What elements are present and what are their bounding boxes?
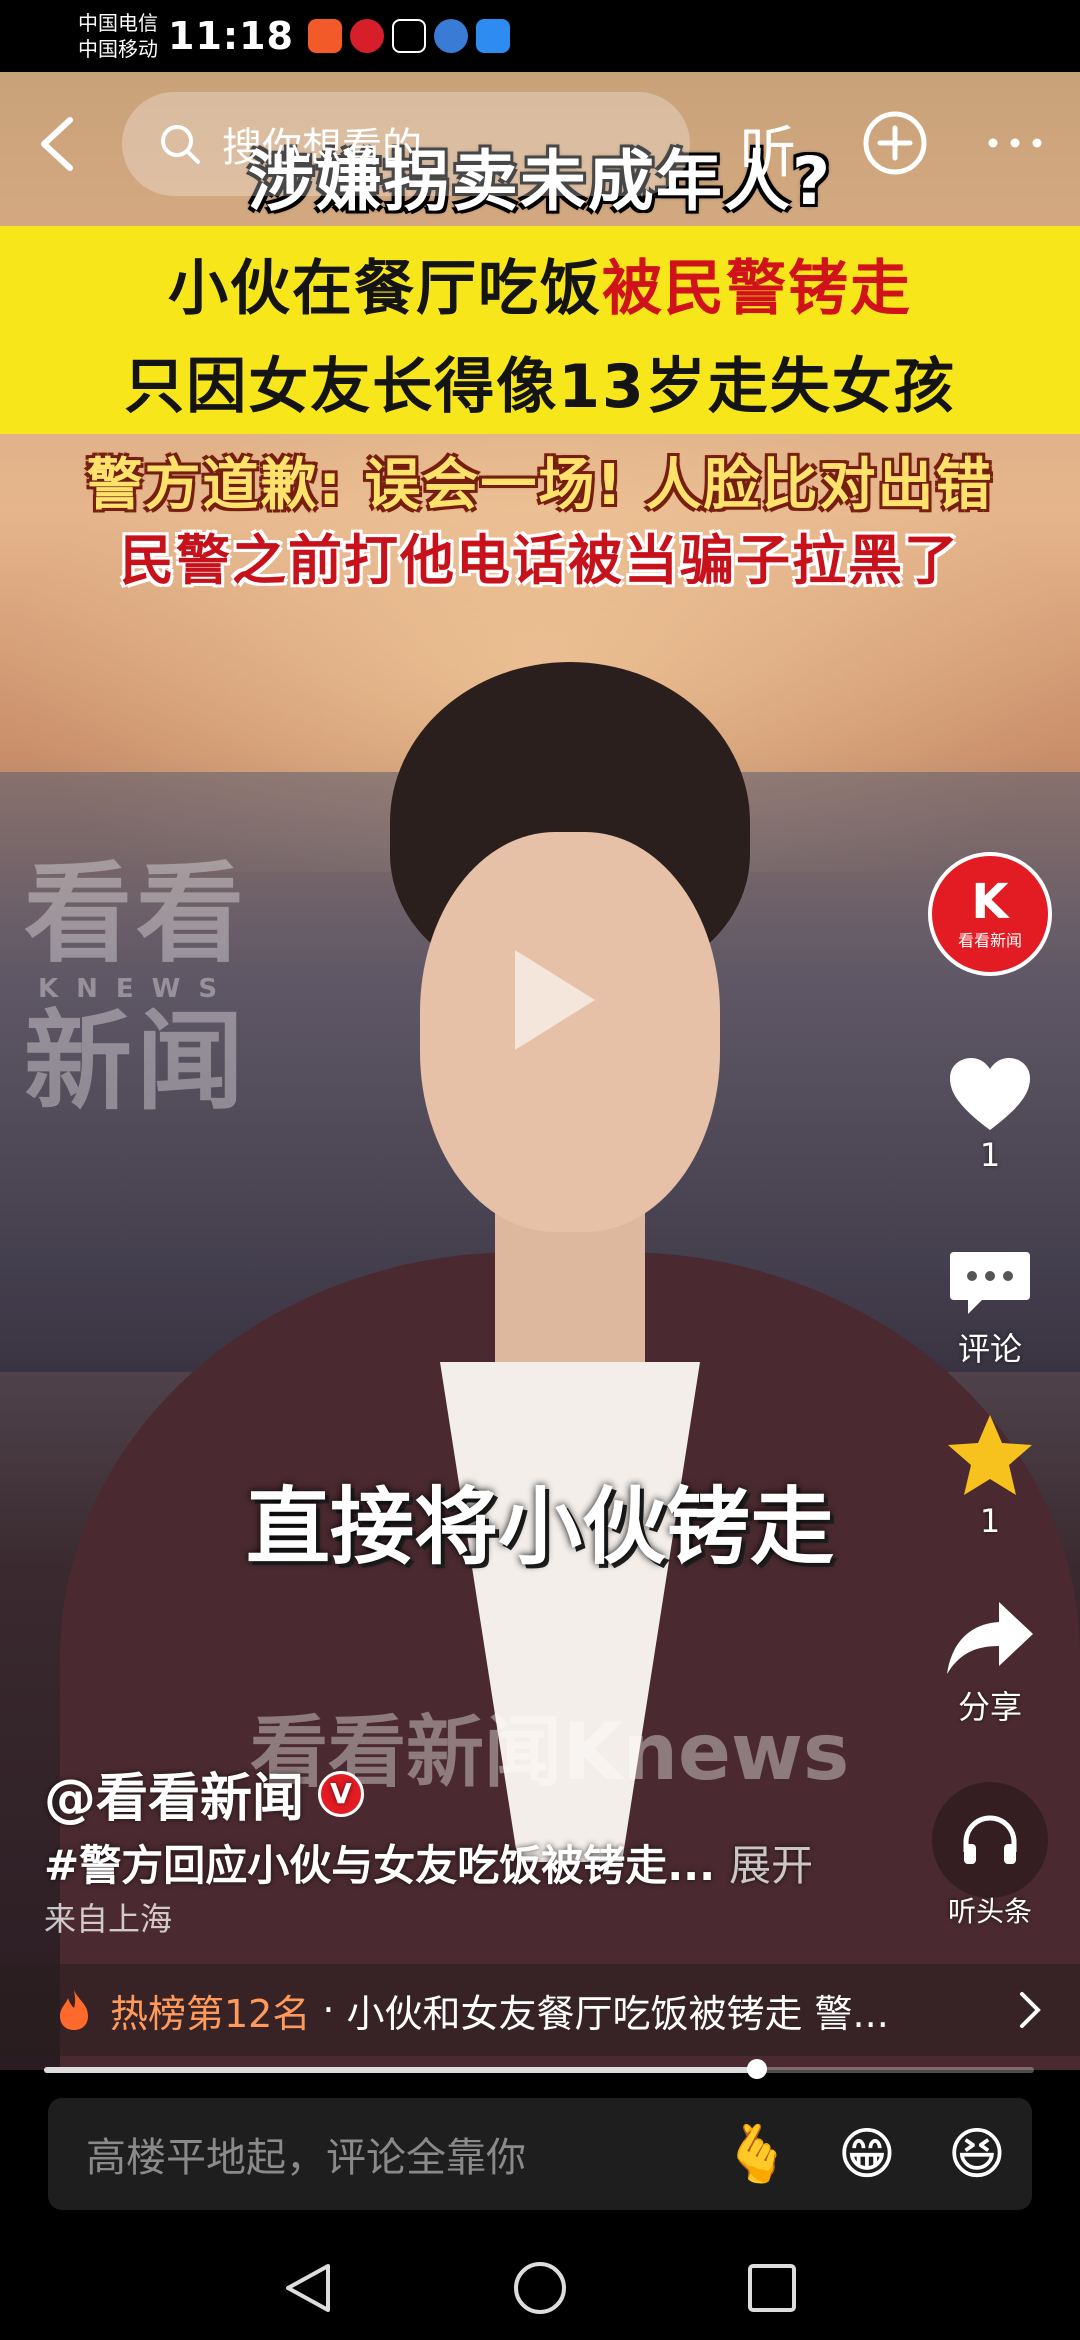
watermark-line2: 新闻	[24, 1000, 249, 1125]
headline-2: 小伙在餐厅吃饭被民警铐走	[0, 240, 1080, 327]
app-icon	[391, 19, 426, 53]
progress-bar[interactable]	[44, 2059, 1034, 2079]
comment-label: 评论	[957, 1330, 1022, 1368]
author-line[interactable]: @看看新闻 V	[44, 1756, 365, 1831]
headline-5: 民警之前打他电话被当骗子拉黑了	[120, 529, 960, 592]
carrier-2: 中国移动	[78, 37, 158, 61]
favorite-button[interactable]: 1	[918, 1412, 1062, 1540]
add-circle-icon[interactable]	[862, 110, 928, 176]
more-icon[interactable]	[985, 110, 1045, 176]
comment-placeholder: 高楼平地起，评论全靠你	[86, 2135, 526, 2181]
nav-home-icon[interactable]	[510, 2258, 570, 2318]
verified-badge: V	[318, 1770, 365, 1817]
top-bar: 搜你想看的 听	[0, 84, 1080, 204]
post-description[interactable]: #警方回应小伙与女友吃饭被铐走... 展开	[44, 1832, 813, 1893]
back-arrow-icon[interactable]	[30, 114, 90, 174]
browser-icon	[433, 19, 468, 53]
avatar-text: 看看新闻	[957, 931, 1022, 950]
listen-headline-label: 听头条	[947, 1895, 1032, 1928]
headline-2-red: 被民警铐走	[602, 254, 912, 324]
star-icon	[948, 1415, 1032, 1495]
search-icon	[161, 125, 200, 164]
carrier-labels: 中国电信 中国移动	[78, 10, 158, 62]
taobao-icon	[307, 19, 342, 53]
unionpay-icon	[349, 19, 384, 53]
fire-icon	[60, 1990, 88, 2030]
like-count: 1	[979, 1136, 1001, 1174]
headline-4: 警方道歉: 误会一场! 人脸比对出错	[86, 453, 994, 518]
chevron-right-icon	[1020, 1992, 1041, 2028]
hot-topic-text: 小伙和女友餐厅吃饭被铐走 警...	[346, 1991, 889, 2036]
headphones-icon	[963, 1815, 1017, 1864]
weather-icon	[475, 19, 510, 53]
app-screen: 中国电信 中国移动 11:18 涉嫌拐卖未成年人? 小伙在餐厅吃饭被民警铐走 只…	[0, 0, 1080, 2340]
hot-rank: 热榜第12名	[110, 1991, 311, 2036]
nav-back-icon[interactable]	[278, 2258, 338, 2318]
comment-icon	[950, 1252, 1030, 1314]
author-name[interactable]: @看看新闻	[44, 1756, 304, 1831]
origin-label: 来自上海	[44, 1900, 173, 1938]
channel-watermark: 看看 KNEWS 新闻	[24, 860, 284, 1118]
headline-3: 只因女友长得像13岁走失女孩	[124, 352, 956, 422]
like-button[interactable]: 1	[918, 1056, 1062, 1174]
share-button[interactable]: 分享	[918, 1598, 1062, 1728]
share-icon	[947, 1602, 1033, 1674]
status-bar: 中国电信 中国移动 11:18	[0, 0, 1080, 72]
avatar-logo: K	[971, 874, 1009, 930]
search-box[interactable]: 搜你想看的	[122, 92, 690, 196]
search-placeholder: 搜你想看的	[222, 125, 422, 171]
hot-list-bar[interactable]: 热榜第12名 · 小伙和女友餐厅吃饭被铐走 警...	[0, 1964, 1080, 2056]
hot-separator: ·	[322, 1988, 335, 2032]
carrier-1: 中国电信	[78, 11, 158, 35]
favorite-count: 1	[979, 1502, 1001, 1540]
emoji-grin[interactable]: 😁	[812, 2122, 922, 2187]
watermark-line1: 看看	[24, 852, 249, 977]
nav-recent-icon[interactable]	[742, 2258, 802, 2318]
play-icon[interactable]	[490, 940, 610, 1060]
emoji-finger-heart[interactable]: 🫰	[702, 2121, 812, 2187]
share-label: 分享	[957, 1688, 1022, 1726]
listen-headline-button[interactable]: 听头条	[918, 1782, 1062, 1930]
channel-avatar[interactable]: K 看看新闻	[928, 852, 1052, 976]
listen-button[interactable]: 听	[740, 108, 796, 189]
system-nav-bar	[0, 2230, 1080, 2340]
headline-2-black: 小伙在餐厅吃饭	[168, 254, 602, 324]
expand-link[interactable]: 展开	[729, 1841, 813, 1890]
progress-fill	[44, 2067, 757, 2073]
description-text: #警方回应小伙与女友吃饭被铐走...	[44, 1841, 716, 1890]
emoji-laugh[interactable]: 😆	[922, 2122, 1032, 2187]
progress-knob[interactable]	[746, 2059, 767, 2079]
heart-icon	[950, 1058, 1030, 1130]
comment-input-bar[interactable]: 高楼平地起，评论全靠你 🫰 😁 😆	[48, 2098, 1032, 2210]
comment-button[interactable]: 评论	[918, 1244, 1062, 1370]
listen-headline-circle	[932, 1782, 1048, 1898]
clock: 11:18	[168, 14, 294, 58]
